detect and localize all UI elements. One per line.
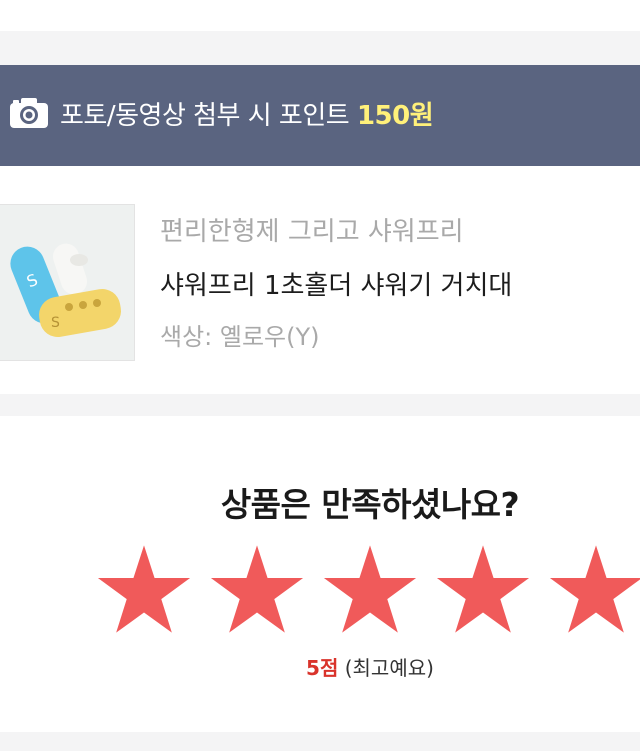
section-divider-2 xyxy=(0,394,640,416)
section-divider xyxy=(0,31,640,65)
product-name[interactable]: 샤워프리 1초홀더 샤워기 거치대 xyxy=(160,265,512,302)
product-option: 색상: 옐로우(Y) xyxy=(160,323,320,351)
bottom-divider xyxy=(0,732,640,751)
photo-review-banner: 포토/동영상 첨부 시 포인트 150원 xyxy=(0,65,640,166)
product-info: S S 편리한형제 그리고 샤워프리 샤워프리 1초홀더 샤워기 거치대 색상:… xyxy=(0,166,640,394)
rating-section: 상품은 만족하셨나요? 5점 (최고예요) xyxy=(0,416,640,732)
banner-points: 150원 xyxy=(356,101,434,131)
top-area xyxy=(0,0,640,31)
product-thumbnail: S S xyxy=(0,204,135,361)
banner-message: 포토/동영상 첨부 시 포인트 xyxy=(60,101,357,131)
star-2-icon[interactable] xyxy=(209,542,305,636)
star-1-icon[interactable] xyxy=(96,542,192,636)
score-label: (최고예요) xyxy=(338,656,434,680)
product-brand: 편리한형제 그리고 샤워프리 xyxy=(160,217,464,247)
svg-text:S: S xyxy=(51,315,60,331)
product-image: S S xyxy=(0,205,134,360)
banner-text: 포토/동영상 첨부 시 포인트 150원 xyxy=(60,95,434,132)
score-value: 5점 xyxy=(306,656,339,680)
rating-score: 5점 (최고예요) xyxy=(0,652,640,681)
camera-icon xyxy=(10,98,48,128)
star-5-icon[interactable] xyxy=(548,542,640,636)
star-4-icon[interactable] xyxy=(435,542,531,636)
star-rating[interactable] xyxy=(96,542,640,642)
star-3-icon[interactable] xyxy=(322,542,418,636)
rating-question: 상품은 만족하셨나요? xyxy=(220,485,520,524)
